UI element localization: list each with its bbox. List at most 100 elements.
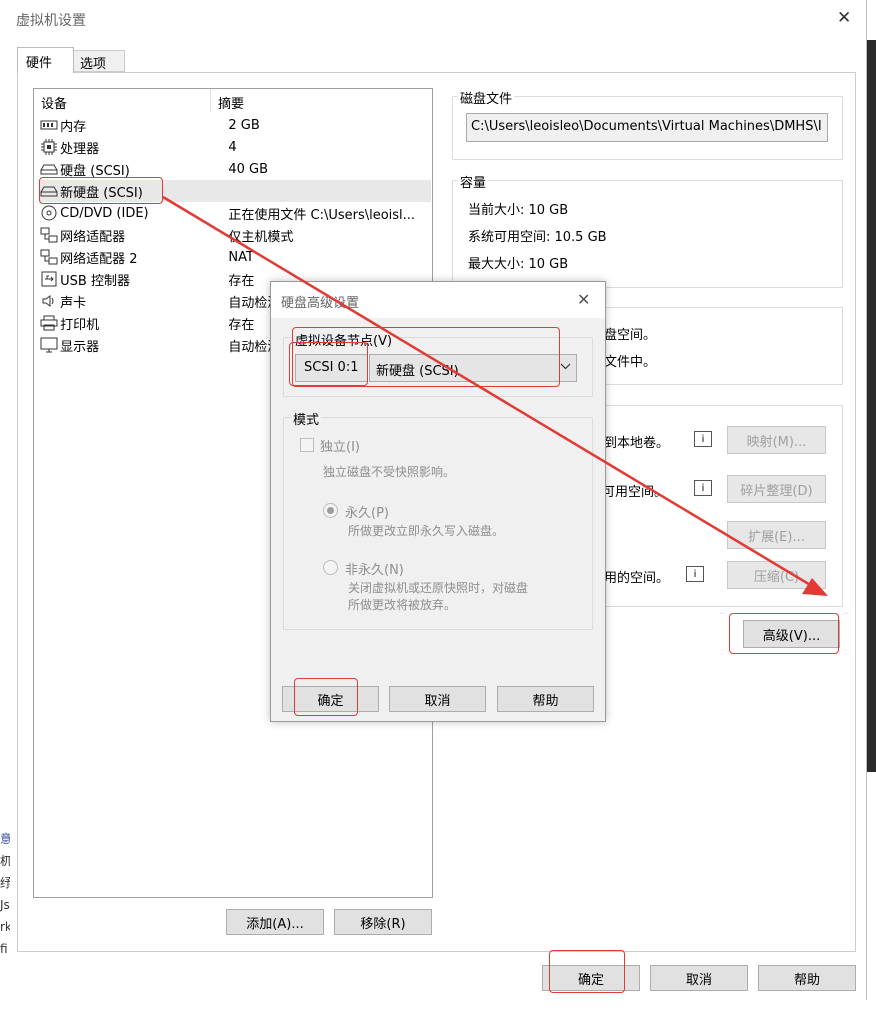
compact-button[interactable]: 压缩(C) bbox=[727, 561, 826, 589]
info-hint-icon[interactable]: i bbox=[694, 480, 712, 496]
defrag-description: 可用空间。 bbox=[602, 485, 668, 500]
device-name: 硬盘 (SCSI) bbox=[60, 163, 130, 179]
window-title-bar: 虚拟机设置 ✕ bbox=[0, 0, 866, 38]
dialog-title-bar: 硬盘高级设置 ✕ bbox=[271, 282, 605, 318]
device-name: 打印机 bbox=[60, 317, 100, 333]
device-row-processor[interactable]: 处理器 4 bbox=[39, 136, 431, 158]
independent-label: 独立(I) bbox=[320, 440, 360, 455]
device-name: 显示器 bbox=[60, 339, 100, 355]
background-fragment: fi bbox=[0, 942, 8, 956]
independent-checkbox[interactable] bbox=[300, 438, 314, 452]
close-icon[interactable]: ✕ bbox=[837, 8, 851, 28]
dialog-close-icon[interactable]: ✕ bbox=[577, 290, 590, 309]
disk-file-path-text: C:\Users\leoisleo\Documents\Virtual Mach… bbox=[471, 119, 822, 134]
ok-button[interactable]: 确定 bbox=[542, 965, 640, 991]
remove-hardware-button[interactable]: 移除(R) bbox=[334, 909, 432, 935]
background-fragment: Js bbox=[0, 898, 10, 912]
help-button[interactable]: 帮助 bbox=[758, 965, 856, 991]
add-hardware-button[interactable]: 添加(A)... bbox=[226, 909, 324, 935]
background-dark-strip bbox=[867, 40, 876, 772]
node-group-label: 虚拟设备节点(V) bbox=[293, 330, 395, 349]
device-row-hard-disk[interactable]: 硬盘 (SCSI) 40 GB bbox=[39, 158, 431, 180]
expand-button[interactable]: 扩展(E)... bbox=[727, 521, 826, 549]
hard-disk-icon bbox=[39, 183, 58, 199]
device-row-memory[interactable]: 内存 2 GB bbox=[39, 114, 431, 136]
memory-icon bbox=[39, 117, 58, 133]
device-name: 网络适配器 bbox=[60, 229, 126, 245]
info-hint-icon[interactable]: i bbox=[694, 431, 712, 447]
persistent-description: 所做更改立即永久写入磁盘。 bbox=[348, 524, 505, 538]
capacity-label: 容量 bbox=[458, 172, 489, 191]
device-name: 内存 bbox=[60, 119, 87, 135]
device-row-new-hard-disk[interactable]: 新硬盘 (SCSI) bbox=[39, 180, 431, 202]
device-name: USB 控制器 bbox=[60, 273, 130, 289]
device-summary: 仅主机模式 bbox=[228, 229, 294, 245]
device-summary: 40 GB bbox=[228, 161, 269, 177]
network-adapter-icon bbox=[39, 249, 58, 265]
cpu-icon bbox=[39, 139, 58, 155]
device-select[interactable]: 新硬盘 (SCSI) bbox=[369, 354, 577, 382]
tab-options[interactable]: 选项 bbox=[73, 50, 125, 72]
map-button[interactable]: 映射(M)... bbox=[727, 426, 826, 454]
device-row-network-adapter[interactable]: 网络适配器 仅主机模式 bbox=[39, 224, 431, 246]
info-hint-icon[interactable]: i bbox=[686, 566, 704, 582]
independent-description: 独立磁盘不受快照影响。 bbox=[323, 465, 456, 479]
device-list-header: 设备 摘要 bbox=[34, 89, 432, 112]
disk-info-line-2: 文件中。 bbox=[604, 355, 657, 370]
available-space-text: 系统可用空间: 10.5 GB bbox=[468, 230, 607, 245]
nonpersistent-description-2: 所做更改将被放弃。 bbox=[348, 598, 457, 612]
mode-group-label: 模式 bbox=[291, 409, 322, 428]
cancel-button[interactable]: 取消 bbox=[650, 965, 748, 991]
device-row-network-adapter-2[interactable]: 网络适配器 2 NAT bbox=[39, 246, 431, 268]
hard-disk-icon bbox=[39, 161, 58, 177]
tab-hardware[interactable]: 硬件 bbox=[17, 47, 74, 73]
dialog-help-button[interactable]: 帮助 bbox=[497, 686, 594, 712]
persistent-label: 永久(P) bbox=[345, 506, 389, 521]
device-name: CD/DVD (IDE) bbox=[60, 205, 149, 221]
printer-icon bbox=[39, 315, 58, 331]
column-divider bbox=[210, 89, 211, 112]
cd-dvd-icon bbox=[39, 205, 58, 221]
nonpersistent-radio[interactable] bbox=[323, 560, 338, 575]
map-description: 到本地卷。 bbox=[604, 436, 670, 451]
advanced-disk-dialog: 硬盘高级设置 ✕ 虚拟设备节点(V) SCSI 0:1 新硬盘 (SCSI) 模… bbox=[270, 281, 606, 722]
usb-icon bbox=[39, 271, 58, 287]
device-summary: NAT bbox=[228, 249, 254, 265]
persistent-radio-dot bbox=[327, 507, 334, 514]
device-select-value: 新硬盘 (SCSI) bbox=[376, 364, 459, 379]
max-size-text: 最大大小: 10 GB bbox=[468, 257, 569, 272]
background-fragment: 纾 bbox=[0, 876, 10, 890]
dialog-cancel-button[interactable]: 取消 bbox=[389, 686, 486, 712]
scsi-node-value: SCSI 0:1 bbox=[304, 360, 359, 375]
disk-file-label: 磁盘文件 bbox=[458, 88, 515, 107]
defragment-button[interactable]: 碎片整理(D) bbox=[727, 475, 826, 503]
disk-file-path: C:\Users\leoisleo\Documents\Virtual Mach… bbox=[466, 113, 828, 142]
device-row-cd-dvd[interactable]: CD/DVD (IDE) 正在使用文件 C:\Users\leoisl... bbox=[39, 202, 431, 224]
dialog-ok-button[interactable]: 确定 bbox=[282, 686, 379, 712]
device-summary: 4 bbox=[228, 139, 237, 155]
compact-description: 用的空间。 bbox=[604, 571, 670, 586]
device-name: 网络适配器 2 bbox=[60, 251, 138, 267]
sound-card-icon bbox=[39, 293, 58, 309]
device-name: 处理器 bbox=[60, 141, 100, 157]
column-header-device[interactable]: 设备 bbox=[41, 93, 67, 112]
advanced-button[interactable]: 高级(V)... bbox=[743, 620, 840, 648]
disk-info-line-1: 盘空间。 bbox=[604, 328, 657, 343]
background-fragments: 意 杌 纾 Js rk fi bbox=[0, 828, 10, 968]
chevron-down-icon bbox=[560, 361, 571, 376]
nonpersistent-description-1: 关闭虚拟机或还原快照时，对磁盘 bbox=[348, 581, 529, 595]
display-icon bbox=[39, 337, 58, 353]
column-header-summary[interactable]: 摘要 bbox=[218, 93, 244, 112]
device-summary: 2 GB bbox=[228, 117, 260, 133]
tab-options-label: 选项 bbox=[80, 57, 107, 72]
background-fragment: 杌 bbox=[0, 854, 10, 868]
background-fragment: rk bbox=[0, 920, 10, 934]
device-summary: 正在使用文件 C:\Users\leoisl... bbox=[228, 207, 416, 223]
scsi-node-select[interactable]: SCSI 0:1 bbox=[295, 354, 368, 382]
persistent-radio[interactable] bbox=[323, 503, 338, 518]
current-size-text: 当前大小: 10 GB bbox=[468, 203, 569, 218]
tab-hardware-label: 硬件 bbox=[26, 56, 53, 71]
window-title: 虚拟机设置 bbox=[16, 13, 86, 29]
device-name: 声卡 bbox=[60, 295, 87, 311]
device-name: 新硬盘 (SCSI) bbox=[60, 185, 143, 201]
